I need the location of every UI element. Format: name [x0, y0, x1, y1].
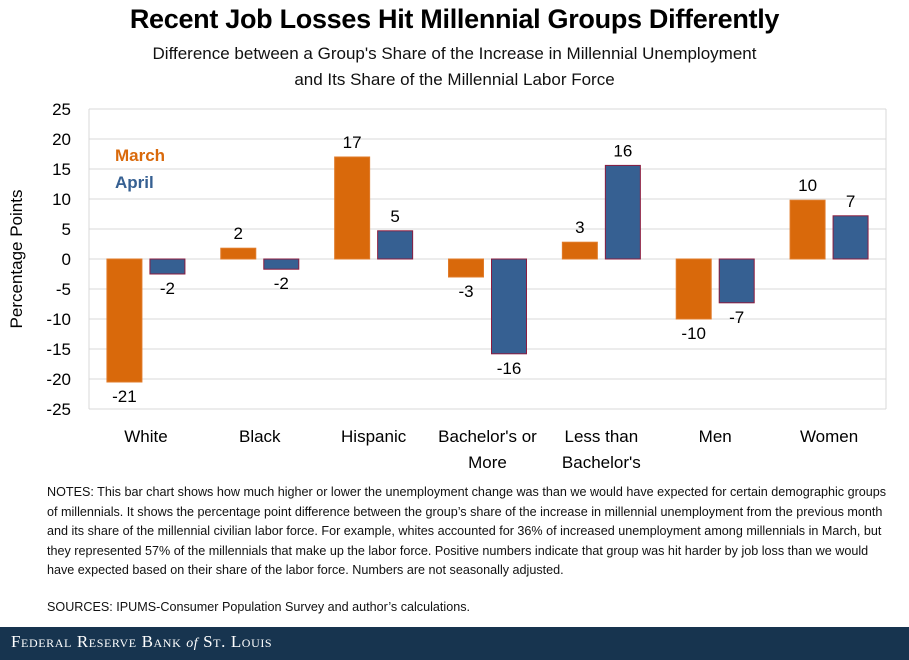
y-tick-label: 15 — [52, 160, 71, 179]
sources-text: SOURCES: IPUMS-Consumer Population Surve… — [47, 600, 471, 614]
bar-march — [789, 199, 826, 260]
x-tick-label: Black — [239, 427, 281, 446]
data-label: -10 — [681, 324, 706, 343]
bar-april — [832, 215, 869, 260]
y-tick-label: 5 — [62, 220, 71, 239]
y-tick-label: -5 — [56, 280, 71, 299]
legend-entry-april: April — [115, 173, 154, 192]
x-tick-label: Hispanic — [341, 427, 407, 446]
x-tick-label: Less than — [564, 427, 638, 446]
bar-chart: 2520151050-5-10-15-20-25 -21217-33-1010-… — [7, 100, 887, 472]
bars — [106, 156, 869, 383]
data-label: -21 — [112, 387, 137, 406]
bar-march — [448, 258, 484, 278]
y-tick-label: 10 — [52, 190, 71, 209]
chart-subtitle-line-2: and Its Share of the Millennial Labor Fo… — [294, 70, 615, 89]
y-axis-label: Percentage Points — [7, 190, 26, 329]
chart-title: Recent Job Losses Hit Millennial Groups … — [129, 4, 780, 34]
chart-subtitle-line-1: Difference between a Group's Share of th… — [152, 44, 757, 63]
data-label: -2 — [274, 274, 289, 293]
y-axis-ticks: 25 20 15 10 5 0 -5 -10 -15 -20 -25 — [46, 100, 71, 419]
data-label: 16 — [613, 141, 632, 160]
legend-entry-march: March — [115, 146, 165, 165]
notes-text: NOTES: This bar chart shows how much hig… — [47, 485, 887, 578]
bar-april — [604, 164, 641, 260]
footer-logo-text: Federal Reserve Bank of St. Louis — [11, 632, 272, 652]
x-tick-label: Women — [800, 427, 858, 446]
x-tick-label: More — [468, 453, 507, 472]
x-tick-label: White — [124, 427, 167, 446]
data-label: -7 — [729, 308, 744, 327]
data-label: -16 — [497, 359, 522, 378]
y-tick-label: 25 — [52, 100, 71, 119]
bar-march — [106, 258, 143, 383]
x-axis-ticks: White Black Hispanic Bachelor's or More Less … — [124, 427, 858, 472]
bar-april — [718, 258, 755, 304]
bar-april — [149, 258, 186, 275]
footer-text-part1: Federal Reserve Bank — [11, 632, 187, 651]
data-label: -3 — [458, 282, 473, 301]
bar-march — [334, 156, 371, 260]
y-tick-label: -15 — [46, 340, 71, 359]
footer-text-of: of — [186, 636, 199, 651]
data-label: 2 — [234, 224, 243, 243]
y-tick-label: -25 — [46, 400, 71, 419]
bar-march — [220, 247, 257, 260]
bar-april — [491, 258, 527, 355]
footer-banner: Federal Reserve Bank of St. Louis — [0, 627, 909, 660]
data-label: 7 — [846, 192, 855, 211]
x-tick-label: Bachelor's — [562, 453, 641, 472]
data-label: 10 — [798, 176, 817, 195]
x-tick-label: Bachelor's or — [438, 427, 537, 446]
y-tick-label: 0 — [62, 250, 71, 269]
y-tick-label: -20 — [46, 370, 71, 389]
bar-march — [561, 241, 598, 260]
data-label: 3 — [575, 218, 584, 237]
bar-april — [377, 230, 414, 260]
data-label: 5 — [390, 207, 399, 226]
y-tick-label: 20 — [52, 130, 71, 149]
gridlines — [88, 108, 887, 410]
bar-march — [675, 258, 712, 320]
footer-text-part3: St. Louis — [198, 632, 273, 651]
bar-april — [263, 258, 300, 270]
data-label: 17 — [343, 133, 362, 152]
y-tick-label: -10 — [46, 310, 71, 329]
x-tick-label: Men — [699, 427, 732, 446]
data-label: -2 — [160, 279, 175, 298]
